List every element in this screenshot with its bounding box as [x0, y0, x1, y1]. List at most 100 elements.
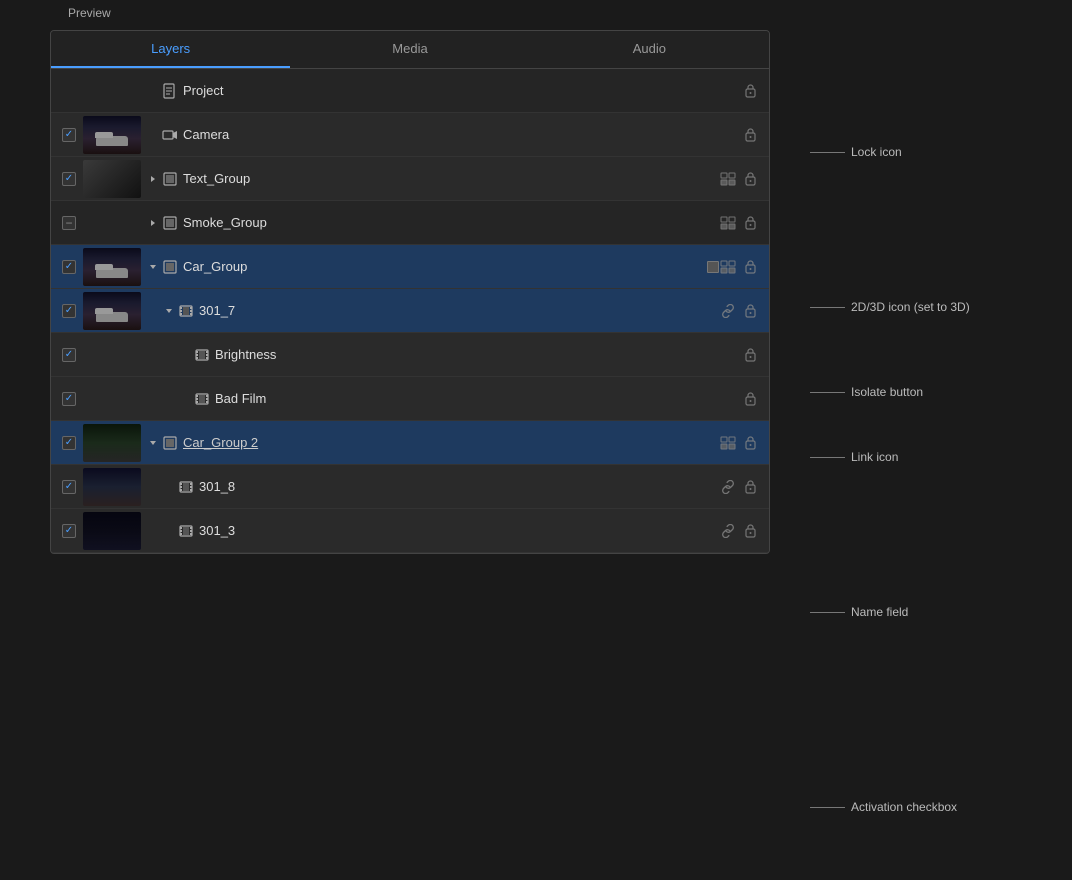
lock-icon-car_group[interactable] [741, 258, 759, 276]
layer-name-301_3[interactable]: 301_3 [199, 523, 719, 538]
activation-checkbox-car_group[interactable] [62, 260, 76, 274]
annotation-item: Activation checkbox [810, 800, 957, 814]
layer-icon-bad_film [193, 393, 211, 405]
right-icons-car_group [719, 258, 759, 276]
expand-car_group[interactable] [145, 263, 161, 271]
checkbox-brightness [55, 348, 83, 362]
layer-row-camera[interactable]: Camera [51, 113, 769, 157]
layers-list: Project Camera Text_Group Smoke_Group [51, 69, 769, 553]
annotation-item: Name field [810, 605, 908, 619]
expand-301_7[interactable] [161, 307, 177, 315]
layer-name-car_group_2[interactable]: Car_Group 2 [183, 435, 719, 450]
checkbox-301_7 [55, 304, 83, 318]
expand-text_group[interactable] [145, 175, 161, 183]
thumbnail-text_group [83, 160, 141, 198]
activation-checkbox-car_group_2[interactable] [62, 436, 76, 450]
activation-checkbox-301_7[interactable] [62, 304, 76, 318]
activation-checkbox-301_3[interactable] [62, 524, 76, 538]
lock-icon-301_8[interactable] [741, 478, 759, 496]
right-icons-301_3 [719, 522, 759, 540]
layer-icon-301_7 [177, 305, 195, 317]
lock-icon-301_7[interactable] [741, 302, 759, 320]
right-icons-301_8 [719, 478, 759, 496]
lock-icon-brightness[interactable] [741, 346, 759, 364]
tab-audio[interactable]: Audio [530, 31, 769, 68]
right-icons-camera [741, 126, 759, 144]
isolate-button-car_group[interactable] [707, 261, 719, 273]
layer-row-301_3[interactable]: 301_3 [51, 509, 769, 553]
layer-name-car_group[interactable]: Car_Group [183, 259, 703, 274]
layer-name-brightness[interactable]: Brightness [215, 347, 741, 362]
annotation-item: 2D/3D icon (set to 3D) [810, 300, 970, 314]
checkbox-301_3 [55, 524, 83, 538]
layer-name-project[interactable]: Project [183, 83, 741, 98]
layer-row-car_group[interactable]: Car_Group [51, 245, 769, 289]
checkbox-bad_film [55, 392, 83, 406]
lock-icon-car_group_2[interactable] [741, 434, 759, 452]
layer-icon-brightness [193, 349, 211, 361]
layer-name-text_group[interactable]: Text_Group [183, 171, 719, 186]
layer-icon-car_group [161, 260, 179, 274]
tab-layers[interactable]: Layers [51, 31, 290, 68]
checkbox-301_8 [55, 480, 83, 494]
layer-row-301_7[interactable]: 301_7 [51, 289, 769, 333]
activation-checkbox-smoke_group[interactable] [62, 216, 76, 230]
layer-row-brightness[interactable]: Brightness [51, 333, 769, 377]
lock-icon-bad_film[interactable] [741, 390, 759, 408]
annotation-item: Link icon [810, 450, 898, 464]
annotation-item: Isolate button [810, 385, 923, 399]
layer-icon-smoke_group [161, 216, 179, 230]
2d3d-icon-car_group_2[interactable] [719, 434, 737, 452]
activation-checkbox-brightness[interactable] [62, 348, 76, 362]
right-icons-text_group [719, 170, 759, 188]
layer-icon-camera [161, 129, 179, 141]
activation-checkbox-text_group[interactable] [62, 172, 76, 186]
layer-row-smoke_group[interactable]: Smoke_Group [51, 201, 769, 245]
expand-car_group_2[interactable] [145, 439, 161, 447]
lock-icon-text_group[interactable] [741, 170, 759, 188]
activation-checkbox-301_8[interactable] [62, 480, 76, 494]
main-wrapper: Preview Layers Media Audio Project Camer… [0, 0, 1072, 554]
layer-icon-301_3 [177, 525, 195, 537]
preview-label: Preview [68, 6, 111, 20]
link-icon-301_8[interactable] [719, 478, 737, 496]
layer-row-text_group[interactable]: Text_Group [51, 157, 769, 201]
right-icons-301_7 [719, 302, 759, 320]
layer-name-smoke_group[interactable]: Smoke_Group [183, 215, 719, 230]
tab-media[interactable]: Media [290, 31, 529, 68]
layer-row-bad_film[interactable]: Bad Film [51, 377, 769, 421]
lock-icon-project[interactable] [741, 82, 759, 100]
layer-name-camera[interactable]: Camera [183, 127, 741, 142]
right-icons-smoke_group [719, 214, 759, 232]
2d3d-icon-car_group[interactable] [719, 258, 737, 276]
2d3d-icon-smoke_group[interactable] [719, 214, 737, 232]
annotation-item: Lock icon [810, 145, 902, 159]
checkbox-camera [55, 128, 83, 142]
2d3d-icon-text_group[interactable] [719, 170, 737, 188]
right-icons-bad_film [741, 390, 759, 408]
expand-smoke_group[interactable] [145, 219, 161, 227]
layer-row-301_8[interactable]: 301_8 [51, 465, 769, 509]
lock-icon-smoke_group[interactable] [741, 214, 759, 232]
layer-row-car_group_2[interactable]: Car_Group 2 [51, 421, 769, 465]
layer-name-301_7[interactable]: 301_7 [199, 303, 719, 318]
layer-name-bad_film[interactable]: Bad Film [215, 391, 741, 406]
link-icon-301_7[interactable] [719, 302, 737, 320]
link-icon-301_3[interactable] [719, 522, 737, 540]
activation-checkbox-bad_film[interactable] [62, 392, 76, 406]
checkbox-smoke_group [55, 216, 83, 230]
thumbnail-car_group [83, 248, 141, 286]
thumbnail-301_3 [83, 512, 141, 550]
layers-panel: Layers Media Audio Project Camera Text_G… [50, 30, 770, 554]
activation-checkbox-camera[interactable] [62, 128, 76, 142]
lock-icon-301_3[interactable] [741, 522, 759, 540]
layer-icon-301_8 [177, 481, 195, 493]
thumbnail-301_8 [83, 468, 141, 506]
right-icons-brightness [741, 346, 759, 364]
layer-row-project[interactable]: Project [51, 69, 769, 113]
layer-icon-text_group [161, 172, 179, 186]
thumbnail-301_7 [83, 292, 141, 330]
layer-name-301_8[interactable]: 301_8 [199, 479, 719, 494]
layer-icon-project [161, 83, 179, 99]
lock-icon-camera[interactable] [741, 126, 759, 144]
